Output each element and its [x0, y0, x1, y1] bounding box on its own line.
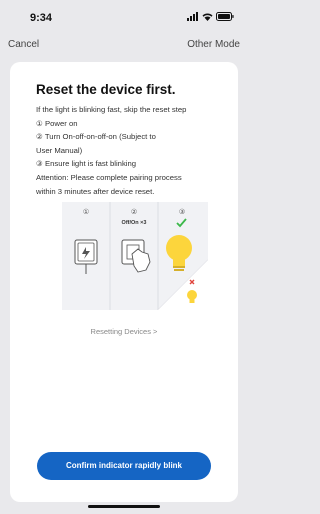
- resetting-devices-link[interactable]: Resetting Devices >: [10, 327, 238, 336]
- instruction-line: within 3 minutes after device reset.: [36, 186, 155, 196]
- signal-icon: [187, 12, 198, 21]
- check-icon: [176, 218, 187, 228]
- reset-instructions-card: Reset the device first. If the light is …: [10, 62, 238, 502]
- step-1-label: ①: [83, 208, 89, 216]
- battery-icon: [216, 12, 234, 21]
- wifi-icon: [202, 13, 213, 21]
- instruction-line: ② Turn On-off-on-off-on (Subject to: [36, 132, 156, 142]
- instruction-line: ③ Ensure light is fast blinking: [36, 159, 137, 169]
- confirm-blink-button[interactable]: Confirm indicator rapidly blink: [37, 452, 211, 480]
- status-icons: [187, 12, 234, 21]
- nav-bar: Cancel Other Mode: [0, 36, 248, 58]
- other-mode-button[interactable]: Other Mode: [187, 39, 240, 50]
- step-3-label: ③: [179, 208, 185, 216]
- instruction-line: ① Power on: [36, 118, 78, 128]
- home-indicator: [88, 505, 160, 508]
- instruction-line: User Manual): [36, 145, 83, 155]
- illustration-svg: ① ② ③ Off/On ×3: [74, 202, 208, 310]
- hand-icon: [131, 248, 151, 273]
- page-title: Reset the device first.: [36, 82, 176, 97]
- instruction-line: If the light is blinking fast, skip the …: [36, 105, 187, 114]
- power-socket-icon: [74, 239, 98, 274]
- bulb-on-icon: [166, 235, 192, 271]
- instruction-line: Attention: Please complete pairing proce…: [36, 172, 182, 182]
- reset-illustration: ① ② ③ Off/On ×3: [62, 202, 208, 310]
- step-2-label: ②: [131, 208, 137, 216]
- instruction-text: If the light is blinking fast, skip the …: [36, 103, 232, 198]
- status-bar: 9:34: [0, 0, 248, 34]
- status-time: 9:34: [30, 12, 53, 24]
- step-2-caption: Off/On ×3: [122, 220, 147, 226]
- cancel-button[interactable]: Cancel: [8, 39, 39, 50]
